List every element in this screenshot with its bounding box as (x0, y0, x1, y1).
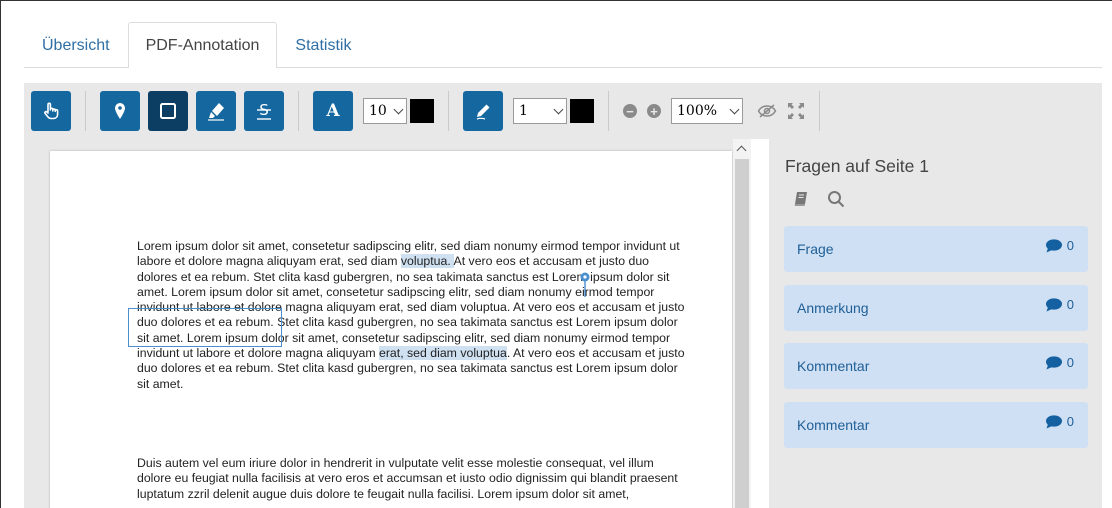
pdf-page[interactable]: Lorem ipsum dolor sit amet, consetetur s… (50, 151, 732, 508)
tab-pdf-annotation[interactable]: PDF-Annotation (127, 22, 278, 68)
text-color-swatch[interactable] (410, 99, 434, 123)
questions-panel: Fragen auf Seite 1 Frage 0 Anmerkung 0 K… (769, 139, 1102, 508)
text-line: labore et dolore magna aliquyam erat, se… (137, 254, 650, 269)
pencil-icon (476, 104, 490, 120)
search-icon[interactable] (827, 190, 845, 208)
pen-tool-button[interactable] (463, 91, 503, 131)
panel-toolbar (793, 190, 845, 208)
annotation-toolbar: S A 10 1 − + 100% (24, 83, 1102, 139)
question-card[interactable]: Frage 0 (784, 226, 1088, 272)
question-label: Kommentar (797, 417, 870, 433)
chevron-down-icon (553, 104, 564, 115)
text-tool-button[interactable]: A (313, 91, 353, 131)
text-line: sit amet. (137, 376, 184, 391)
comment-icon (1045, 414, 1062, 428)
toolbar-separator (298, 91, 299, 131)
document-paragraph: Duis autem vel eum iriure dolor in hendr… (137, 456, 717, 502)
panel-title: Fragen auf Seite 1 (785, 156, 929, 176)
question-card[interactable]: Anmerkung 0 (784, 285, 1088, 331)
comment-count[interactable]: 0 (1045, 414, 1074, 429)
pin-tool-button[interactable] (100, 91, 140, 131)
rectangle-tool-button[interactable] (148, 91, 188, 131)
comment-icon (1045, 355, 1062, 369)
strikethrough-icon: S (257, 101, 271, 120)
question-label: Anmerkung (797, 300, 869, 316)
font-size-value: 10 (369, 103, 387, 119)
rectangle-annotation[interactable] (128, 308, 282, 347)
highlight-annotation[interactable]: voluptua. (400, 254, 454, 269)
vertical-scrollbar[interactable] (733, 139, 751, 508)
font-size-select[interactable]: 10 (363, 98, 407, 124)
chevron-down-icon (393, 104, 404, 115)
line-width-select[interactable]: 1 (513, 98, 567, 124)
text-line: invidunt ut labore et dolore magna aliqu… (137, 346, 685, 361)
highlighter-icon (208, 103, 224, 121)
map-pin-icon (115, 103, 125, 119)
question-card[interactable]: Kommentar 0 (784, 343, 1088, 389)
toolbar-separator (608, 91, 609, 131)
text-line: Lorem ipsum dolor sit amet, consetetur s… (137, 239, 680, 253)
question-label: Kommentar (797, 358, 870, 374)
toolbar-separator (85, 91, 86, 131)
question-label: Frage (797, 241, 834, 257)
highlight-annotation[interactable]: erat, sed diam voluptua (379, 346, 507, 361)
tab-uebersicht[interactable]: Übersicht (24, 22, 128, 68)
question-card[interactable]: Kommentar 0 (784, 402, 1088, 448)
scroll-up-icon[interactable] (736, 145, 747, 156)
toolbar-separator (448, 91, 449, 131)
hand-pointer-icon (44, 102, 59, 120)
tab-statistik[interactable]: Statistik (277, 22, 369, 68)
book-icon[interactable] (793, 191, 809, 207)
toolbar-separator (819, 91, 820, 131)
highlight-tool-button[interactable] (196, 91, 236, 131)
text-line: Duis autem vel eum iriure dolor in hendr… (137, 456, 654, 470)
strikethrough-tool-button[interactable]: S (244, 91, 284, 131)
square-icon (160, 103, 176, 119)
comment-icon (1045, 238, 1062, 252)
zoom-out-icon[interactable]: − (623, 104, 637, 118)
text-line: dolores et ea rebum. Stet clita kasd gub… (137, 269, 670, 284)
tab-bar: Übersicht PDF-Annotation Statistik (24, 22, 369, 68)
fullscreen-button[interactable] (787, 102, 805, 120)
comment-count[interactable]: 0 (1045, 355, 1074, 370)
comment-count[interactable]: 0 (1045, 297, 1074, 312)
hand-tool-button[interactable] (31, 91, 71, 131)
text-tool-letter: A (326, 101, 340, 121)
pen-color-swatch[interactable] (570, 99, 594, 123)
expand-icon (788, 103, 804, 119)
zoom-select[interactable]: 100% (671, 98, 743, 124)
pdf-viewer[interactable]: Lorem ipsum dolor sit amet, consetetur s… (24, 139, 751, 508)
text-line: duo dolores et ea rebum. Stet clita kasd… (137, 361, 678, 376)
comment-count[interactable]: 0 (1045, 238, 1074, 253)
zoom-in-icon[interactable]: + (647, 104, 661, 118)
hide-annotations-button[interactable] (757, 103, 777, 119)
text-line: dolore eu feugiat nulla facilisis at ver… (137, 471, 678, 486)
zoom-value: 100% (677, 103, 718, 119)
comment-icon (1045, 297, 1062, 311)
text-line: amet. Lorem ipsum dolor sit amet, conset… (137, 284, 655, 299)
scrollbar-thumb[interactable] (735, 159, 749, 508)
eye-slash-icon (757, 104, 777, 118)
text-line: luptatum zzril delenit augue duis dolore… (137, 486, 630, 501)
pin-annotation-icon[interactable] (580, 272, 590, 298)
line-width-value: 1 (519, 103, 528, 119)
chevron-down-icon (729, 104, 740, 115)
